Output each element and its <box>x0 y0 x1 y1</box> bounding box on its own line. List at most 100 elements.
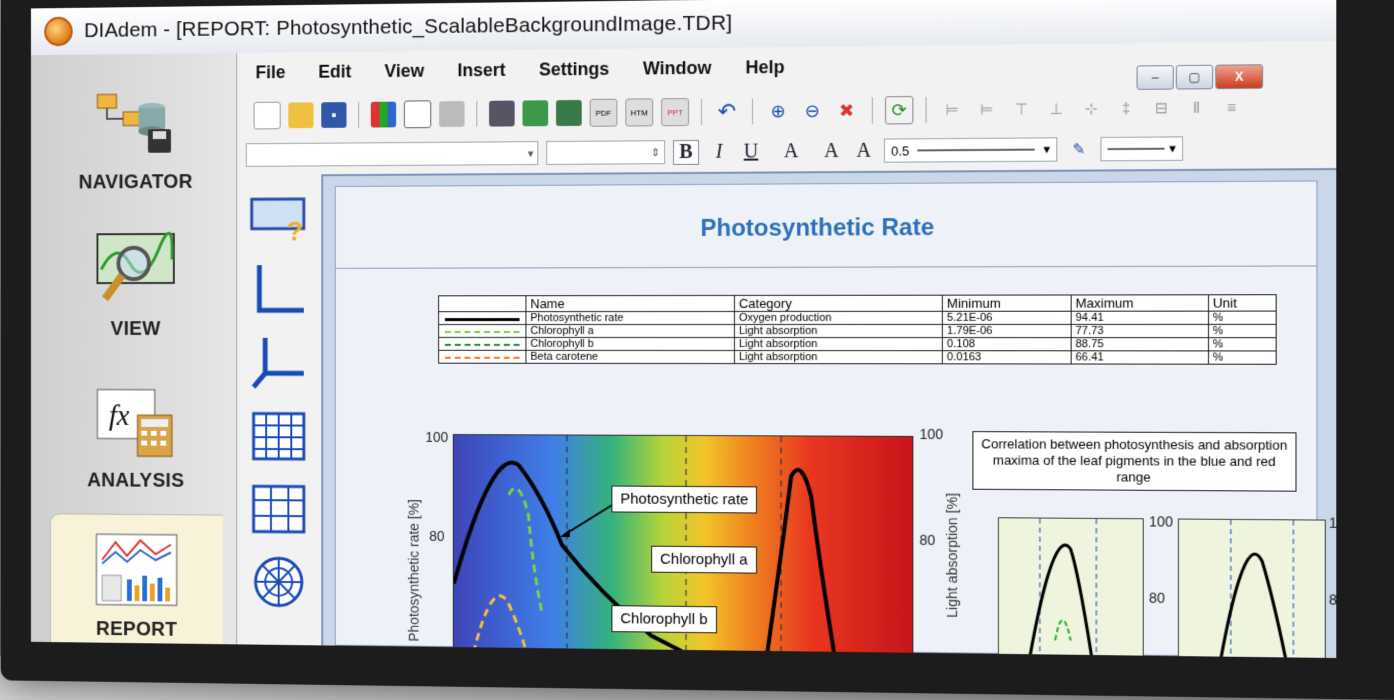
pen-icon[interactable]: ✎ <box>1065 136 1092 163</box>
export-htm-icon[interactable]: HTM <box>625 98 654 127</box>
toolbar-separator <box>700 98 702 125</box>
menu-file[interactable]: File <box>256 62 286 83</box>
font-size-combo[interactable]: ⇕ <box>546 140 666 165</box>
legend-minimum: 1.79E-06 <box>942 324 1071 338</box>
legend-unit: % <box>1208 311 1277 325</box>
table-icon[interactable] <box>250 407 308 466</box>
analysis-icon: fx <box>88 382 184 461</box>
superscript-button[interactable]: A <box>819 139 843 162</box>
legend-category: Light absorption <box>734 324 943 338</box>
y-left-label: Photosynthetic rate [%] <box>405 499 422 642</box>
graph-2d-icon[interactable]: ? <box>250 188 308 247</box>
menu-help[interactable]: Help <box>746 56 785 77</box>
menu-insert[interactable]: Insert <box>457 59 505 80</box>
callout-chlorophyll-b: Chlorophyll b <box>611 605 717 634</box>
table-icon-2[interactable] <box>250 479 308 538</box>
table-row: Beta carotene Light absorption 0.0163 66… <box>438 350 1277 365</box>
nav-analysis-label: ANALYSIS <box>87 469 185 492</box>
legend-header-unit: Unit <box>1208 294 1277 312</box>
toolbar-separator <box>476 100 478 127</box>
inactive-tool-icon <box>439 101 465 127</box>
mini-chart-curve <box>999 518 1143 658</box>
legend-line-sample <box>438 350 526 364</box>
photosynthesis-chart[interactable]: Photosynthetic rate Chlorophyll a Chloro… <box>452 434 914 659</box>
legend-minimum: 0.0163 <box>942 350 1071 364</box>
subscript-button[interactable]: A <box>852 139 876 162</box>
axis-2d-icon[interactable] <box>250 261 308 320</box>
mini2-tick-100: 100 <box>1328 514 1337 532</box>
legend-table[interactable]: Name Category Minimum Maximum Unit Photo… <box>438 294 1277 365</box>
nav-navigator[interactable]: NAVIGATOR <box>50 83 222 195</box>
table-tool-icon[interactable] <box>403 100 432 129</box>
legend-maximum: 66.41 <box>1070 350 1209 365</box>
report-workspace: Photosynthetic Rate Name Category Minimu… <box>321 168 1337 659</box>
mini-tick-80: 80 <box>1148 589 1166 607</box>
chart-icon[interactable] <box>370 101 397 128</box>
mini2-tick-80: 80 <box>1328 591 1337 608</box>
report-sheet: Photosynthetic Rate Name Category Minimu… <box>334 180 1336 659</box>
undo-icon[interactable]: ↶ <box>714 99 740 125</box>
legend-category: Oxygen production <box>734 311 943 325</box>
italic-button[interactable]: I <box>707 140 731 163</box>
nav-view[interactable]: VIEW <box>50 230 222 341</box>
legend-line-sample <box>438 324 526 338</box>
zoom-out-icon[interactable]: ⊖ <box>799 98 825 124</box>
menu-settings[interactable]: Settings <box>539 58 609 80</box>
export-pdf-icon[interactable]: PDF <box>589 98 618 127</box>
new-file-icon[interactable] <box>253 101 281 130</box>
font-name-combo[interactable]: ▾ <box>245 141 539 167</box>
table-row: Photosynthetic rate Oxygen production 5.… <box>438 311 1277 325</box>
save-icon[interactable]: ▪ <box>321 102 347 128</box>
legend-maximum: 88.75 <box>1070 337 1209 351</box>
table-row: Chlorophyll a Light absorption 1.79E-06 … <box>438 324 1277 338</box>
align-right-icon: ⊨ <box>979 101 994 119</box>
toolbar-separator <box>751 98 754 125</box>
legend-header-maximum: Maximum <box>1070 294 1209 312</box>
legend-line-sample <box>438 337 526 351</box>
refresh-icon[interactable]: ⟳ <box>884 95 914 125</box>
y-right-label: Light absorption [%] <box>943 492 961 618</box>
line-style-combo[interactable]: ▾ <box>1100 136 1184 162</box>
nav-analysis[interactable]: fx ANALYSIS <box>50 382 222 493</box>
legend-category: Light absorption <box>734 337 943 351</box>
y-left-tick-80: 80 <box>429 527 445 544</box>
menu-view[interactable]: View <box>384 60 424 81</box>
line-width-combo[interactable]: 0.5 ▾ <box>883 137 1058 163</box>
mini-chart-red[interactable] <box>1177 519 1326 659</box>
legend-maximum: 94.41 <box>1070 311 1209 325</box>
bold-button[interactable]: B <box>673 139 699 165</box>
polar-icon[interactable] <box>250 552 308 612</box>
report-title: Photosynthetic Rate <box>700 213 935 242</box>
export-image-icon[interactable] <box>556 99 582 127</box>
zoom-in-icon[interactable]: ⊕ <box>765 98 791 124</box>
underline-button[interactable]: U <box>739 140 763 163</box>
mini-tick-100: 100 <box>1148 513 1174 530</box>
svg-text:fx: fx <box>109 400 130 432</box>
font-color-button[interactable]: A <box>771 140 811 163</box>
nav-navigator-label: NAVIGATOR <box>78 171 193 194</box>
open-file-icon[interactable] <box>288 102 314 129</box>
legend-unit: % <box>1208 350 1277 365</box>
app-window: DIAdem - [REPORT: Photosynthetic_Scalabl… <box>30 0 1337 659</box>
title-divider <box>335 265 1317 269</box>
legend-name: Chlorophyll a <box>525 324 735 338</box>
menu-edit[interactable]: Edit <box>318 61 351 82</box>
line-width-value: 0.5 <box>891 142 910 159</box>
legend-name: Chlorophyll b <box>525 337 735 351</box>
legend-minimum: 0.108 <box>942 337 1071 351</box>
export-ppt-icon[interactable]: PPT <box>661 98 690 127</box>
menu-window[interactable]: Window <box>643 57 712 79</box>
mini-chart-blue[interactable] <box>997 517 1144 659</box>
export-icon[interactable] <box>522 100 549 127</box>
report-icon <box>89 530 185 609</box>
main-toolbar: ▪ PDF HTM PPT ↶ ⊕ ⊖ ✖ ⟳ ⊨ ⊨ ⊤ ⊥ ⊹ ‡ ⊟ Ⅱ … <box>236 86 1336 135</box>
delete-icon[interactable]: ✖ <box>833 97 859 123</box>
print-icon[interactable] <box>489 100 515 127</box>
window-title: DIAdem - [REPORT: Photosynthetic_Scalabl… <box>84 11 733 42</box>
monitor-bezel: DIAdem - [REPORT: Photosynthetic_Scalabl… <box>0 0 1394 700</box>
correlation-note: Correlation between photosynthesis and a… <box>972 431 1297 492</box>
object-palette: ? <box>236 174 321 658</box>
axis-3d-icon[interactable] <box>250 334 308 393</box>
legend-category: Light absorption <box>734 350 943 364</box>
nav-report[interactable]: REPORT <box>49 513 223 659</box>
